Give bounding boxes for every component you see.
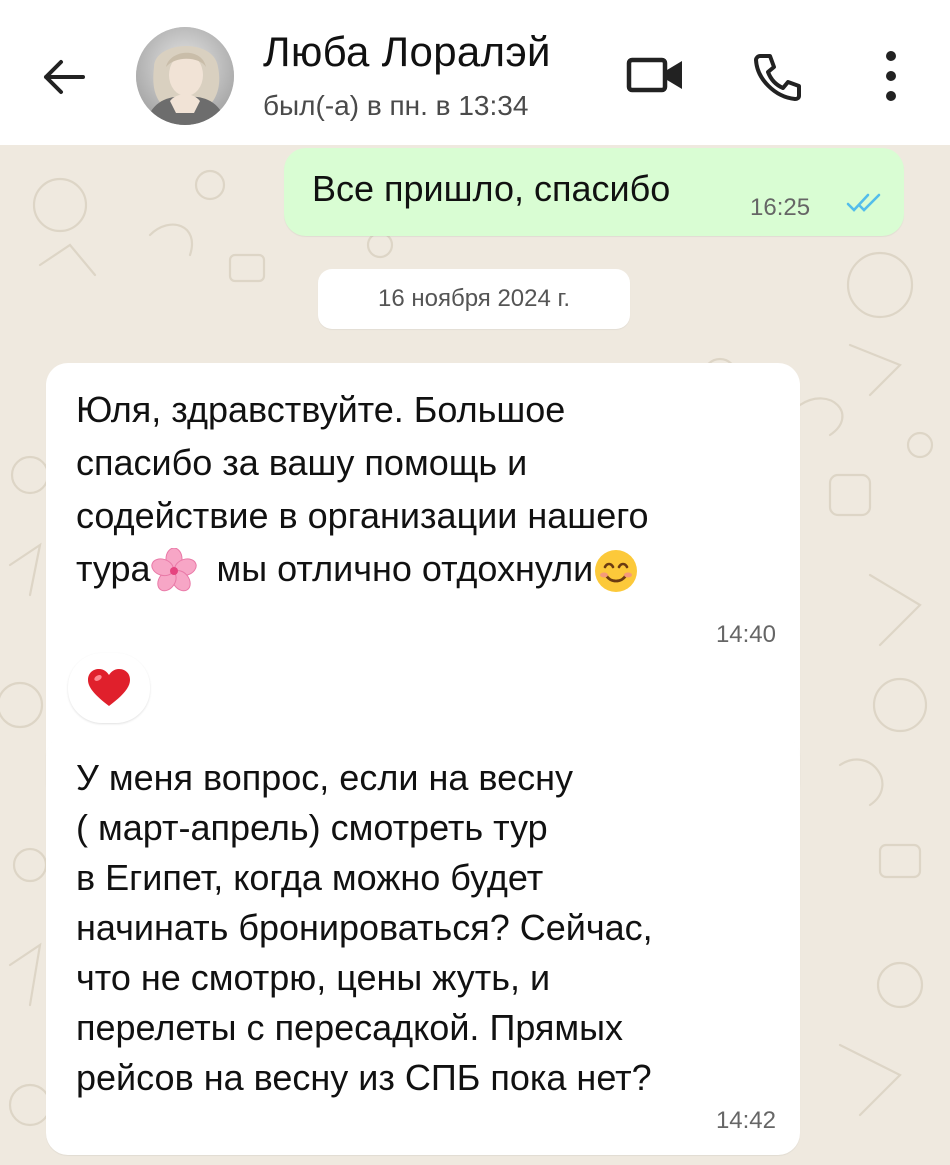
message-incoming[interactable]: У меня вопрос, если на весну ( март-апре…: [46, 735, 800, 1155]
more-options-button[interactable]: [866, 44, 916, 108]
back-arrow-icon: [44, 60, 85, 94]
phone-icon: [754, 54, 801, 101]
voice-call-button[interactable]: [748, 46, 808, 106]
message-text: Юля, здравствуйте. Большое спасибо за ва…: [76, 383, 786, 595]
red-heart-icon: [88, 669, 130, 706]
message-outgoing[interactable]: Все пришло, спасибо 16:25: [284, 148, 904, 236]
more-vertical-icon: [886, 51, 896, 101]
back-button[interactable]: [36, 50, 90, 104]
message-text: Все пришло, спасибо: [312, 168, 671, 209]
video-camera-icon: [626, 57, 682, 93]
cherry-blossom-emoji-icon: [150, 548, 197, 592]
contact-last-seen: был(-а) в пн. в 13:34: [263, 90, 529, 121]
video-call-button[interactable]: [620, 48, 692, 102]
message-time: 14:42: [715, 1107, 776, 1134]
message-time: 14:40: [715, 621, 776, 648]
message-reaction[interactable]: [68, 653, 150, 723]
chat-header: Люба Лоралэй был(-а) в пн. в 13:34: [0, 0, 950, 145]
avatar-photo: [136, 27, 234, 125]
double-check-read-icon: [846, 193, 881, 212]
message-text: У меня вопрос, если на весну ( март-апре…: [76, 757, 653, 1098]
contact-name[interactable]: Люба Лоралэй: [263, 28, 551, 76]
message-time: 16:25: [750, 194, 811, 221]
avatar[interactable]: [136, 27, 234, 125]
date-separator: 16 ноября 2024 г.: [318, 269, 630, 329]
chat-area[interactable]: Все пришло, спасибо 16:25 16 ноября 2024…: [0, 145, 950, 1165]
smiling-face-emoji-icon: [595, 550, 638, 593]
